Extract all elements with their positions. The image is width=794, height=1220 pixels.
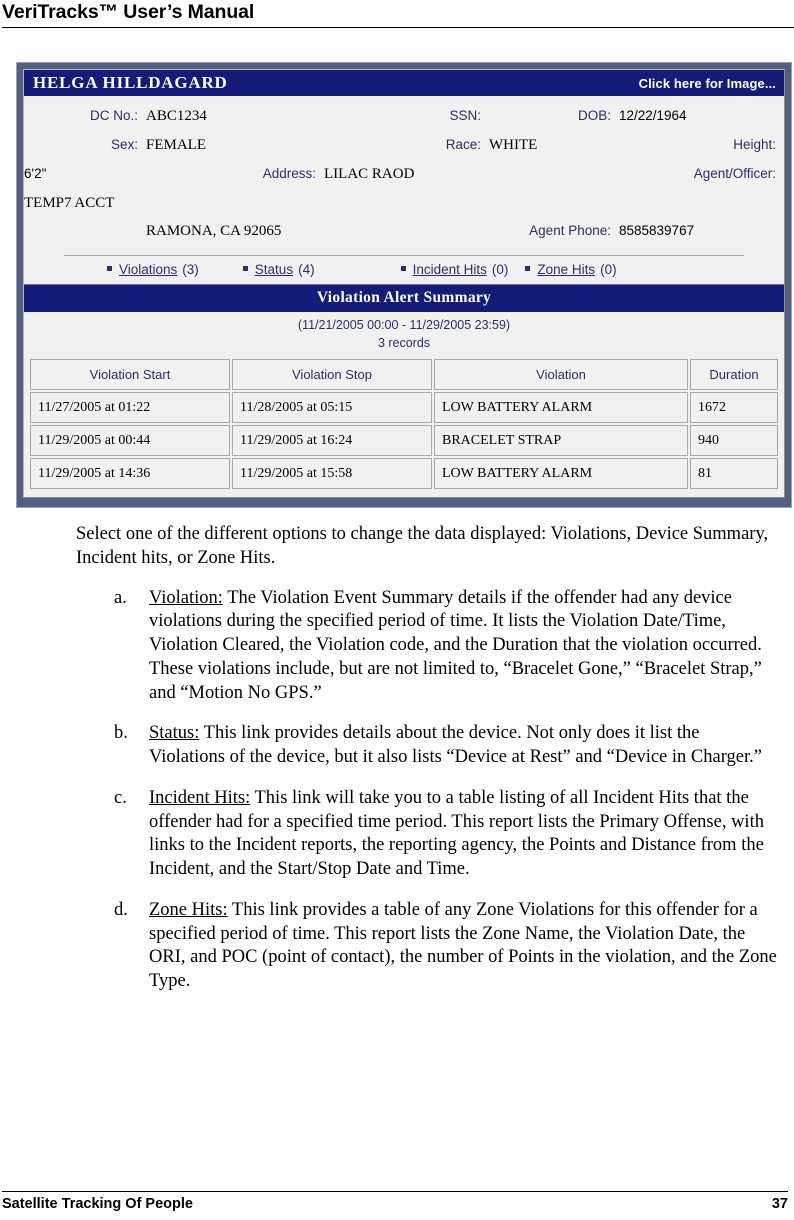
link-zone-hits-label: Zone Hits <box>537 262 596 278</box>
offender-name: HELGA HILLDAGARD <box>33 73 228 93</box>
term-incident-hits: Incident Hits: <box>149 787 251 808</box>
field-value-agent-phone: 8585839767 <box>619 223 695 239</box>
field-value-agent-officer: TEMP7 ACCT <box>24 194 115 211</box>
column-header-violation[interactable]: Violation <box>434 359 688 391</box>
violation-alert-summary-banner: Violation Alert Summary <box>24 284 784 313</box>
intro-paragraph: Select one of the different options to c… <box>76 524 769 569</box>
cell-violation: LOW BATTERY ALARM <box>434 458 688 490</box>
header-divider <box>2 27 794 29</box>
square-bullet-icon <box>242 266 248 272</box>
footer-divider <box>2 1191 788 1192</box>
list-marker-b: b. <box>114 723 128 744</box>
field-label-ssn: SSN: <box>449 108 481 124</box>
summary-date-range: (11/21/2005 00:00 - 11/29/2005 23:59) <box>297 318 511 333</box>
click-here-for-image-link[interactable]: Click here for Image... <box>639 76 776 91</box>
column-header-duration[interactable]: Duration <box>690 359 778 391</box>
column-header-violation-stop[interactable]: Violation Stop <box>232 359 432 391</box>
cell-violation-start: 11/29/2005 at 14:36 <box>30 458 230 490</box>
field-label-height: Height: <box>733 137 776 153</box>
cell-violation: LOW BATTERY ALARM <box>434 392 688 424</box>
cell-duration: 940 <box>690 425 778 457</box>
list-marker-d: d. <box>114 899 128 920</box>
offender-detail-panel: HELGA HILLDAGARD Click here for Image...… <box>23 69 785 499</box>
offender-info-area: DC No.: ABC1234 SSN: DOB: 12/22/1964 Sex… <box>24 96 784 285</box>
term-status: Status: <box>149 723 200 744</box>
link-incident-hits[interactable]: Incident Hits (0) <box>400 262 509 278</box>
field-value-height: 6'2" <box>24 165 47 181</box>
link-violations[interactable]: Violations (3) <box>107 262 199 277</box>
screenshot-figure: HELGA HILLDAGARD Click here for Image...… <box>16 62 792 509</box>
field-value-sex: FEMALE <box>146 137 206 154</box>
table-row[interactable]: 11/29/2005 at 00:44 11/29/2005 at 16:24 … <box>30 425 778 457</box>
link-status-label: Status <box>254 262 294 278</box>
term-violation: Violation: <box>149 587 223 608</box>
screenshot-frame: HELGA HILLDAGARD Click here for Image...… <box>16 62 792 509</box>
column-header-violation-start[interactable]: Violation Start <box>30 359 230 391</box>
square-bullet-icon <box>525 266 531 272</box>
link-violations-count: (3) <box>182 262 199 278</box>
manual-title: VeriTracks™ User’s Manual <box>2 1 255 23</box>
square-bullet-icon <box>107 266 112 272</box>
list-item: c. Incident Hits: This link will take you… <box>0 787 778 882</box>
footer-company: Satellite Tracking Of People <box>2 1196 193 1212</box>
table-row[interactable]: 11/29/2005 at 14:36 11/29/2005 at 15:58 … <box>30 458 778 490</box>
link-zone-hits-count: (0) <box>600 262 617 278</box>
field-label-dob: DOB: <box>577 108 611 124</box>
field-label-sex: Sex: <box>110 137 138 153</box>
link-violations-label: Violations <box>119 262 178 278</box>
list-marker-a: a. <box>114 587 127 608</box>
square-bullet-icon <box>400 266 406 272</box>
page-running-header: VeriTracks™ User’s Manual <box>0 0 794 29</box>
list-item: b. Status: This link provides details abo… <box>0 722 778 770</box>
field-value-dc-no: ABC1234 <box>146 108 207 125</box>
manual-body: Select one of the different options to c… <box>0 522 794 994</box>
cell-violation-stop: 11/28/2005 at 05:15 <box>232 392 432 424</box>
field-label-address: Address: <box>262 165 316 181</box>
violations-table-wrapper: Violation Start Violation Stop Violation… <box>24 353 784 498</box>
description-status: This link provides details about the dev… <box>149 723 762 768</box>
description-violation: The Violation Event Summary details if t… <box>149 587 762 703</box>
field-label-agent-phone: Agent Phone: <box>529 223 611 239</box>
field-value-address-line2: RAMONA, CA 92065 <box>146 223 282 240</box>
link-status[interactable]: Status (4) <box>242 262 315 278</box>
term-zone-hits: Zone Hits: <box>149 899 228 920</box>
options-list: a. Violation: The Violation Event Summary… <box>0 587 778 994</box>
violation-alert-summary-subheader: (11/21/2005 00:00 - 11/29/2005 23:59) 3 … <box>24 312 784 354</box>
table-row[interactable]: 11/27/2005 at 01:22 11/28/2005 at 05:15 … <box>30 392 778 424</box>
cell-violation-stop: 11/29/2005 at 15:58 <box>232 458 432 490</box>
list-item: d. Zone Hits: This link provides a table … <box>0 899 778 994</box>
table-header-row: Violation Start Violation Stop Violation… <box>30 359 778 391</box>
violations-table: Violation Start Violation Stop Violation… <box>28 357 780 491</box>
cell-violation-start: 11/29/2005 at 00:44 <box>30 425 230 457</box>
list-marker-c: c. <box>114 787 127 808</box>
panel-titlebar: HELGA HILLDAGARD Click here for Image... <box>24 70 784 97</box>
report-links-row: Violations (3) Status (4) Incident Hits … <box>24 256 784 285</box>
field-label-race: Race: <box>445 137 481 153</box>
list-item: a. Violation: The Violation Event Summary… <box>0 587 778 706</box>
footer-page-number: 37 <box>771 1196 788 1212</box>
field-label-agent-officer: Agent/Officer: <box>693 165 776 181</box>
field-value-race-display: WHITE <box>489 137 538 154</box>
offender-info-grid: DC No.: ABC1234 SSN: DOB: 12/22/1964 Sex… <box>24 103 784 246</box>
cell-violation-start: 11/27/2005 at 01:22 <box>30 392 230 424</box>
cell-violation: BRACELET STRAP <box>434 425 688 457</box>
cell-violation-stop: 11/29/2005 at 16:24 <box>232 425 432 457</box>
link-incident-hits-label: Incident Hits <box>412 262 487 278</box>
field-value-address: LILAC RAOD <box>324 165 415 182</box>
cell-duration: 81 <box>690 458 778 490</box>
link-incident-hits-count: (0) <box>491 262 509 278</box>
link-status-count: (4) <box>298 262 315 278</box>
cell-duration: 1672 <box>690 392 778 424</box>
field-label-dc-no: DC No.: <box>89 108 138 124</box>
field-value-dob: 12/22/1964 <box>619 108 687 124</box>
link-zone-hits[interactable]: Zone Hits (0) <box>525 262 617 278</box>
summary-record-count: 3 records <box>377 336 431 351</box>
description-zone-hits: This link provides a table of any Zone V… <box>149 899 777 992</box>
page-running-footer: Satellite Tracking Of People 37 <box>0 1191 794 1212</box>
